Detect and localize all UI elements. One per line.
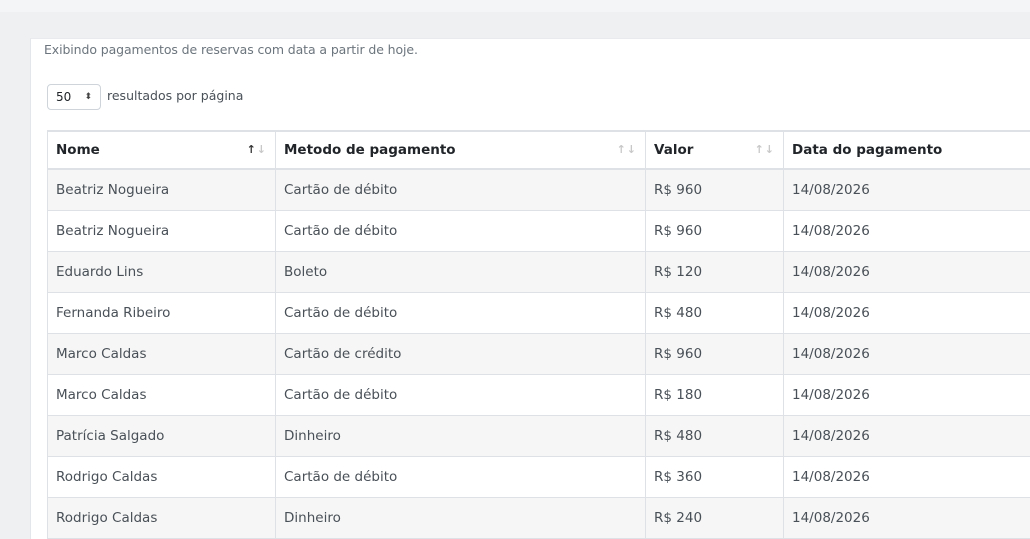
table-header-row: Nome ↑↓ Metodo de pagamento ↑↓ Valor ↑↓ … (48, 131, 1030, 169)
cell-metodo: Cartão de crédito (276, 334, 646, 375)
cell-metodo: Dinheiro (276, 416, 646, 457)
cell-data: 14/08/2026 (784, 211, 1030, 252)
cell-metodo: Cartão de débito (276, 169, 646, 211)
table-row: Patrícia Salgado Dinheiro R$ 480 14/08/2… (48, 416, 1030, 457)
cell-metodo: Dinheiro (276, 498, 646, 539)
select-caret-icon: ⬍ (84, 93, 92, 102)
column-header-label: Data do pagamento (792, 142, 942, 158)
cell-metodo: Boleto (276, 252, 646, 293)
table-row: Fernanda Ribeiro Cartão de débito R$ 480… (48, 293, 1030, 334)
cell-data: 14/08/2026 (784, 498, 1030, 539)
cell-nome: Patrícia Salgado (48, 416, 276, 457)
top-bar (0, 0, 1030, 12)
column-header-metodo[interactable]: Metodo de pagamento ↑↓ (276, 131, 646, 169)
cell-valor: R$ 480 (646, 293, 784, 334)
table-row: Eduardo Lins Boleto R$ 120 14/08/2026 (48, 252, 1030, 293)
column-header-label: Valor (654, 142, 693, 158)
sort-icon: ↑↓ (247, 143, 267, 156)
column-header-label: Nome (56, 142, 100, 158)
cell-valor: R$ 480 (646, 416, 784, 457)
cell-valor: R$ 180 (646, 375, 784, 416)
info-notice: Exibindo pagamentos de reservas com data… (44, 42, 418, 57)
table-row: Beatriz Nogueira Cartão de débito R$ 960… (48, 169, 1030, 211)
cell-data: 14/08/2026 (784, 334, 1030, 375)
cell-valor: R$ 240 (646, 498, 784, 539)
payments-card: Exibindo pagamentos de reservas com data… (30, 38, 1030, 539)
page-length-value: 50 (56, 90, 71, 104)
table-row: Marco Caldas Cartão de débito R$ 180 14/… (48, 375, 1030, 416)
cell-valor: R$ 960 (646, 334, 784, 375)
cell-nome: Marco Caldas (48, 334, 276, 375)
cell-metodo: Cartão de débito (276, 293, 646, 334)
page-length-control: 50 ⬍ resultados por página (47, 83, 243, 111)
cell-valor: R$ 120 (646, 252, 784, 293)
cell-nome: Beatriz Nogueira (48, 169, 276, 211)
cell-data: 14/08/2026 (784, 416, 1030, 457)
cell-nome: Beatriz Nogueira (48, 211, 276, 252)
column-header-nome[interactable]: Nome ↑↓ (48, 131, 276, 169)
cell-nome: Rodrigo Caldas (48, 498, 276, 539)
cell-metodo: Cartão de débito (276, 375, 646, 416)
cell-nome: Fernanda Ribeiro (48, 293, 276, 334)
cell-valor: R$ 960 (646, 169, 784, 211)
cell-valor: R$ 360 (646, 457, 784, 498)
table-row: Beatriz Nogueira Cartão de débito R$ 960… (48, 211, 1030, 252)
column-header-label: Metodo de pagamento (284, 142, 456, 158)
cell-valor: R$ 960 (646, 211, 784, 252)
cell-nome: Eduardo Lins (48, 252, 276, 293)
table-row: Marco Caldas Cartão de crédito R$ 960 14… (48, 334, 1030, 375)
column-header-data[interactable]: Data do pagamento (784, 131, 1030, 169)
payments-table: Nome ↑↓ Metodo de pagamento ↑↓ Valor ↑↓ … (47, 130, 1030, 539)
column-header-valor[interactable]: Valor ↑↓ (646, 131, 784, 169)
cell-data: 14/08/2026 (784, 375, 1030, 416)
cell-nome: Marco Caldas (48, 375, 276, 416)
table-row: Rodrigo Caldas Dinheiro R$ 240 14/08/202… (48, 498, 1030, 539)
sort-icon: ↑↓ (617, 143, 637, 156)
cell-metodo: Cartão de débito (276, 457, 646, 498)
cell-data: 14/08/2026 (784, 293, 1030, 334)
cell-data: 14/08/2026 (784, 252, 1030, 293)
cell-data: 14/08/2026 (784, 457, 1030, 498)
cell-nome: Rodrigo Caldas (48, 457, 276, 498)
table-row: Rodrigo Caldas Cartão de débito R$ 360 1… (48, 457, 1030, 498)
page-length-label: resultados por página (107, 88, 243, 103)
sort-icon: ↑↓ (755, 143, 775, 156)
page-length-select[interactable]: 50 ⬍ (47, 84, 101, 110)
cell-metodo: Cartão de débito (276, 211, 646, 252)
cell-data: 14/08/2026 (784, 169, 1030, 211)
